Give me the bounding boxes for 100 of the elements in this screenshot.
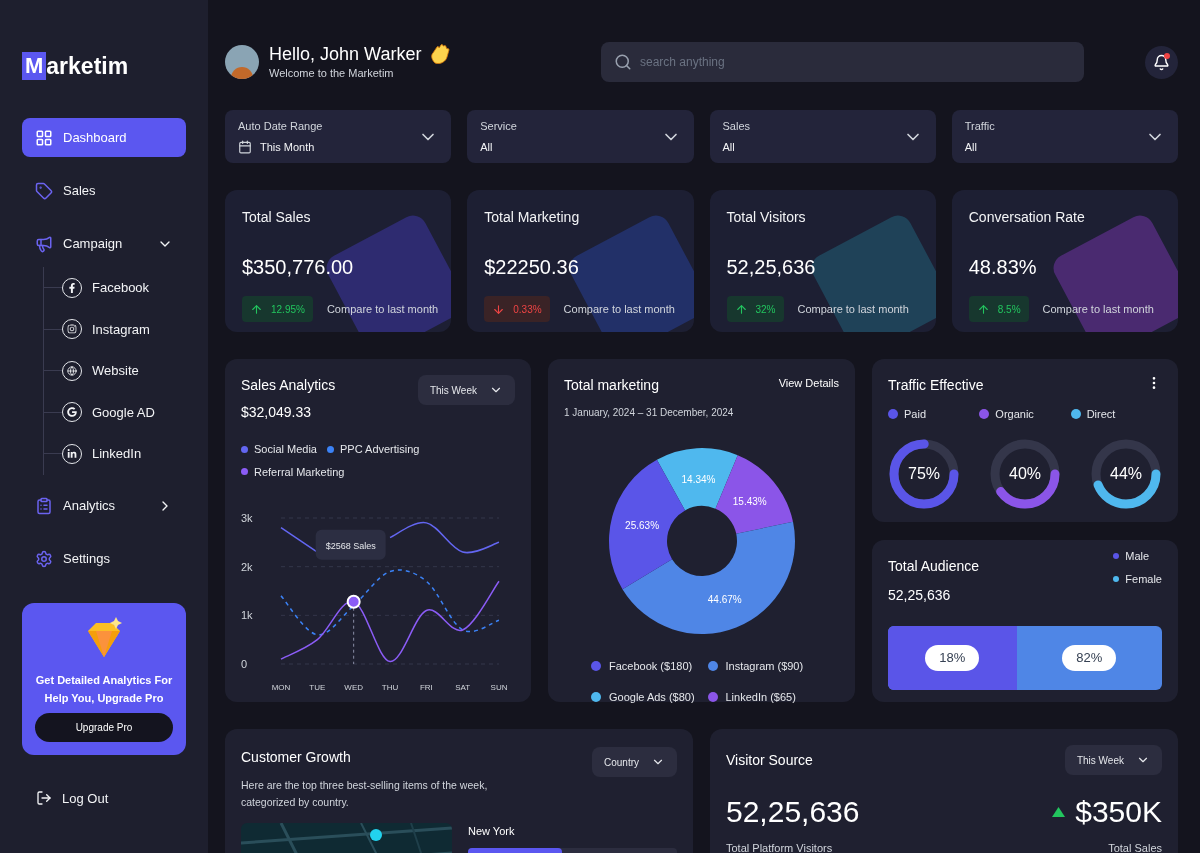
compare-text: Compare to last month <box>563 301 675 317</box>
filter-label: Traffic <box>964 119 996 134</box>
search-input[interactable]: search anything <box>640 53 1071 71</box>
compare-text: Compare to last month <box>797 301 909 317</box>
stat-value: 48.83% <box>968 255 1038 280</box>
hover-guide-line <box>353 607 355 665</box>
channel-link[interactable]: Website <box>62 360 139 381</box>
channel-link[interactable]: Instagram <box>62 319 150 340</box>
legend-label: Facebook ($180) <box>609 659 693 674</box>
ring-reading: 44% <box>1109 463 1143 484</box>
compare-text: Compare to last month <box>1042 301 1154 317</box>
greeting-heading: Hello, John Warker <box>269 42 422 65</box>
filter-value: All <box>722 139 735 155</box>
period-dropdown[interactable]: This Week <box>1064 745 1162 775</box>
slice-label: 15.43% <box>732 496 767 508</box>
sales-value: $350K <box>1075 794 1162 830</box>
change-badge: 12.95% <box>242 296 313 322</box>
sales-total: $32,049.33 <box>241 403 313 422</box>
slice-label: 25.63% <box>624 520 659 532</box>
nav-item[interactable]: Analytics <box>22 486 186 526</box>
nav-item[interactable]: Settings <box>22 539 186 579</box>
stat-title: Conversation Rate <box>968 208 1086 227</box>
channel-link[interactable]: LinkedIn <box>62 443 142 464</box>
nav-icon <box>35 128 53 147</box>
legend-label: Direct <box>1086 407 1116 422</box>
nav-icon <box>35 497 53 515</box>
logout-link[interactable]: Log Out <box>36 788 186 808</box>
legend-label: Referral Marketing <box>254 464 345 480</box>
up-arrow-icon <box>734 302 748 316</box>
ring-reading: 75% <box>907 463 941 484</box>
x-tick-label: THU <box>381 683 399 692</box>
legend-label: PPC Advertising <box>340 442 420 457</box>
up-arrow-icon <box>250 302 263 316</box>
stat-title: Total Sales <box>242 208 312 227</box>
filter-dropdown[interactable]: Traffic All <box>951 110 1178 163</box>
x-tick-label: MON <box>271 683 291 692</box>
filter-label: Auto Date Range <box>238 119 324 134</box>
audience-total: 52,25,636 <box>888 586 952 605</box>
bell-icon <box>1153 53 1170 71</box>
y-tick-label: 3k <box>241 512 253 524</box>
share-pill: 18% <box>925 645 980 671</box>
period-dropdown[interactable]: This Week <box>417 375 515 405</box>
card-title: Total Audience <box>888 557 980 576</box>
filter-value: All <box>480 139 493 155</box>
legend-label: Social Media <box>254 442 317 457</box>
logo-mark: M <box>22 52 47 80</box>
calendar-icon <box>238 139 252 154</box>
down-arrow-icon <box>492 302 506 316</box>
search-field[interactable]: search anything <box>601 42 1084 82</box>
avatar[interactable] <box>225 45 259 79</box>
channel-link[interactable]: Google AD <box>62 402 155 423</box>
upgrade-button[interactable]: Upgrade Pro <box>35 712 173 742</box>
stat-value: $22250.36 <box>484 255 580 280</box>
logout-icon <box>36 790 52 807</box>
welcome-text: Welcome to the Marketim <box>269 65 395 81</box>
city-label: New York <box>468 824 516 839</box>
data-point-marker[interactable] <box>346 594 361 609</box>
stat-value: 52,25,636 <box>726 255 817 280</box>
change-badge: 32% <box>726 296 784 322</box>
filter-value: This Month <box>260 139 315 155</box>
nav-item[interactable]: Campaign <box>22 224 186 263</box>
notification-button[interactable] <box>1145 45 1178 79</box>
waving-hand-icon <box>429 42 452 65</box>
legend-label: Google Ads ($80) <box>609 689 695 705</box>
card-title: Sales Analytics <box>241 376 336 395</box>
legend-label: Paid <box>904 407 927 422</box>
channel-link[interactable]: Facebook <box>62 277 150 298</box>
nav-item[interactable]: Dashboard <box>22 118 186 157</box>
x-tick-label: SAT <box>455 683 471 692</box>
date-range: 1 January, 2024 – 31 December, 2024 <box>564 406 735 420</box>
legend-label: Male <box>1125 549 1150 564</box>
visitors-label: Total Platform Visitors <box>726 841 833 853</box>
card-title: Total marketing <box>564 376 659 395</box>
filter-dropdown[interactable]: Service All <box>467 110 694 163</box>
slice-label: 44.67% <box>707 593 742 605</box>
legend-label: Organic <box>995 407 1034 422</box>
visitors-value: 52,25,636 <box>726 794 860 830</box>
filter-dropdown[interactable]: Sales All <box>709 110 936 163</box>
filter-dropdown[interactable]: Auto Date Range This Month <box>225 110 452 163</box>
nav-item[interactable]: Sales <box>22 171 186 210</box>
stat-title: Total Visitors <box>726 208 807 227</box>
card-description: Here are the top three best-selling items of the week, categorized by country. <box>241 778 489 810</box>
change-badge: 0.33% <box>484 296 550 322</box>
chart-tooltip: $2568 Sales <box>315 529 386 560</box>
y-tick-label: 1k <box>241 609 253 622</box>
x-tick-label: TUE <box>309 683 326 692</box>
y-tick-label: 2k <box>241 560 253 573</box>
filter-label: Sales <box>722 119 752 134</box>
x-tick-label: FRI <box>419 683 433 692</box>
upgrade-text: Get Detailed Analytics For Help You, Upgrade Pro <box>35 672 173 706</box>
nav-icon <box>35 550 53 568</box>
view-details-link[interactable]: View Details <box>778 375 839 392</box>
share-pill: 82% <box>1062 645 1117 671</box>
card-title: Visitor Source <box>726 750 813 770</box>
period-dropdown[interactable]: Country <box>592 747 677 777</box>
compare-text: Compare to last month <box>326 301 439 317</box>
filter-label: Service <box>480 119 518 134</box>
up-arrow-icon <box>976 302 990 316</box>
slice-label: 14.34% <box>681 474 715 486</box>
search-icon <box>614 53 632 71</box>
